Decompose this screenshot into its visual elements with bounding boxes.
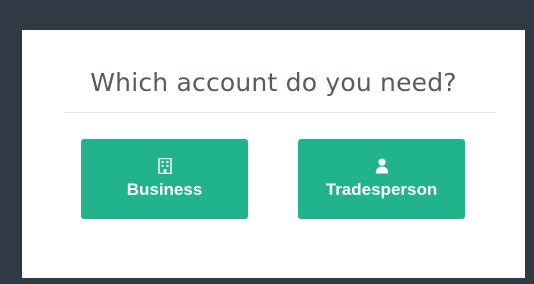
business-label: Business (126, 180, 203, 199)
user-icon (375, 158, 388, 174)
building-icon (157, 158, 172, 174)
modal-title: Which account do you need? (90, 68, 457, 97)
account-type-modal: Which account do you need? Business Trad… (22, 30, 525, 278)
tradesperson-label: Tradesperson (325, 180, 438, 199)
title-divider (64, 112, 496, 113)
tradesperson-button[interactable]: Tradesperson (298, 139, 465, 219)
business-button[interactable]: Business (81, 139, 248, 219)
